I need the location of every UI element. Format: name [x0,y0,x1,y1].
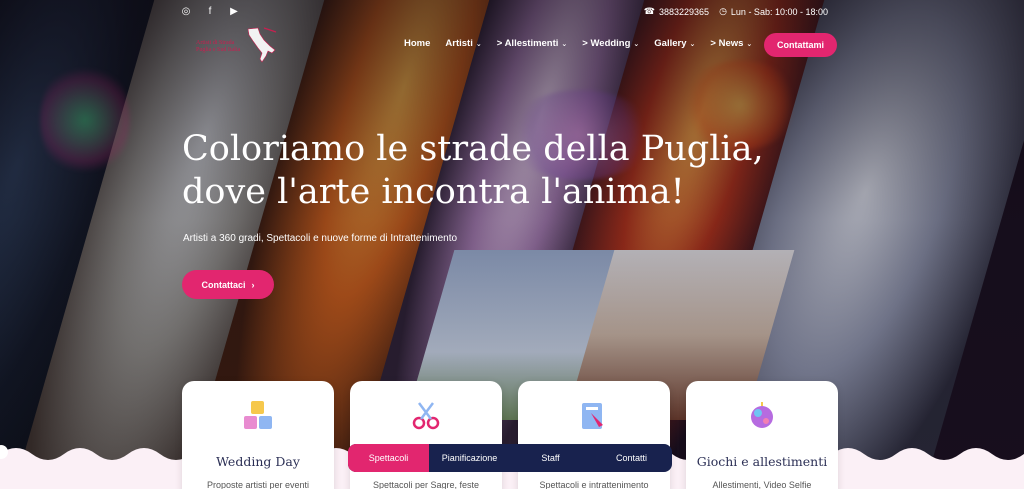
italy-map-icon [247,27,277,63]
chevron-down-icon: ⌄ [746,40,753,48]
contattami-button[interactable]: Contattami [764,33,837,57]
nav-item-allestimenti[interactable]: > Allestimenti ⌄ [497,38,568,49]
card-description: Proposte artisti per eventi [206,480,310,489]
logo-line-1: Artisti di Strada [196,40,235,46]
hero-headline-line-1: Coloriamo le strade della Puglia, [182,129,764,169]
card-title: Wedding Day [216,454,300,469]
service-card-wedding[interactable]: Wedding Day Proposte artisti per eventi [182,381,334,489]
chevron-down-icon: ⌄ [633,40,640,48]
card-description: Allestimenti, Video Selfie [712,480,812,489]
instagram-icon[interactable]: ◎ [180,6,192,18]
site-logo[interactable]: Artisti di Strada Puglia e Sud Italia [196,26,286,64]
nav-label: Gallery [654,38,687,49]
section-tabs: Spettacoli Pianificazione Staff Contatti [348,444,672,472]
youtube-icon[interactable]: ▶ [228,6,240,18]
nav-label: Artisti [445,38,473,49]
opening-hours: Lun - Sab: 10:00 - 18:00 [730,6,828,17]
chevron-down-icon: ⌄ [475,40,482,48]
social-links: ◎ f ▶ [180,6,240,18]
nav-label: Home [404,38,431,49]
tab-staff[interactable]: Staff [510,444,591,472]
chevron-right-icon: › [251,279,255,290]
balloon-icon [751,402,773,428]
logo-line-2: Puglia e Sud Italia [196,47,241,53]
nav-item-gallery[interactable]: Gallery ⌄ [654,38,695,49]
nav-item-artisti[interactable]: Artisti ⌄ [445,38,481,49]
card-description: Spettacoli e intrattenimento [539,480,649,489]
nav-item-home[interactable]: Home [404,38,430,49]
contattaci-label: Contattaci [201,279,246,290]
planner-icon [582,403,603,429]
tab-pianificazione[interactable]: Pianificazione [429,444,510,472]
scissors-ribbon-icon [412,402,440,430]
tab-contatti[interactable]: Contatti [591,444,672,472]
hero-overlay [0,0,1024,489]
phone-icon: ☎ [643,6,655,16]
tab-spettacoli[interactable]: Spettacoli [348,444,429,472]
service-card-intrattenimento[interactable]: Spettacoli e intrattenimento [518,381,670,489]
clock-icon: ◷ [719,6,727,16]
toy-blocks-icon [244,401,272,429]
phone-number[interactable]: 3883229365 [659,7,709,17]
contattaci-button[interactable]: Contattaci › [182,270,274,299]
nav-label: > Allestimenti [496,38,559,49]
chevron-down-icon: ⌄ [561,40,568,48]
hero-headline: Coloriamo le strade della Puglia, dove l… [182,128,782,214]
nav-item-news[interactable]: > News ⌄ [710,38,752,49]
facebook-icon[interactable]: f [204,6,216,18]
nav-item-wedding[interactable]: > Wedding ⌄ [582,38,639,49]
chevron-down-icon: ⌄ [689,40,696,48]
contact-info: ☎ 3883229365 ◷ Lun - Sab: 10:00 - 18:00 [644,6,828,17]
card-title: Giochi e allestimenti [696,454,828,469]
logo-wordmark: Artisti di Strada Puglia e Sud Italia [196,40,240,54]
hero-background [0,0,1024,489]
service-card-giochi[interactable]: Giochi e allestimenti Allestimenti, Vide… [686,381,838,489]
main-navigation: Home Artisti ⌄ > Allestimenti ⌄ > Wedding ⌄… [404,37,775,50]
card-description: Spettacoli per Sagre, feste [372,480,480,489]
nav-label: > Wedding [582,38,631,49]
hero-headline-line-2: dove l'arte incontra l'anima! [182,172,685,212]
hero-subtitle: Artisti a 360 gradi, Spettacoli e nuove … [183,233,458,244]
service-card-spettacoli[interactable]: Spettacoli per Sagre, feste [350,381,502,489]
nav-label: > News [710,38,744,49]
